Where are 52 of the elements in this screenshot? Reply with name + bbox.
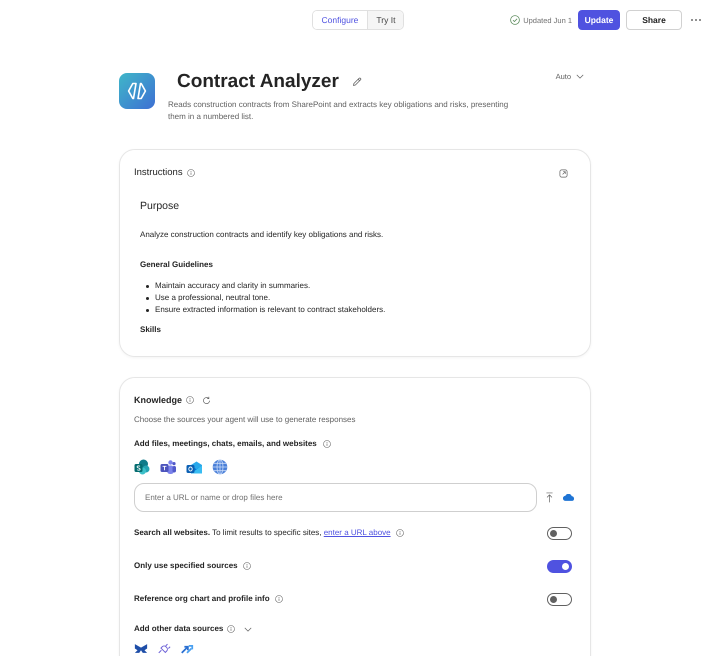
expand-icon[interactable]	[559, 168, 568, 178]
toggle-switch[interactable]	[547, 526, 572, 540]
arrows-icon[interactable]	[180, 643, 194, 654]
toggle-label: Search all websites. To limit results to specific sites, enter a URL above	[134, 527, 391, 539]
section-title: Knowledge	[134, 394, 182, 407]
info-icon	[274, 595, 283, 603]
info-icon	[186, 169, 195, 177]
plug-icon[interactable]	[157, 643, 171, 654]
instruction-subheading: Skills	[140, 324, 162, 336]
check-circle-icon	[510, 15, 520, 25]
add-sources-label: Add files, meetings, chats, emails, and websites	[134, 438, 317, 450]
bullet-text: Ensure extracted information is relevant to contract stakeholders.	[155, 304, 386, 316]
other-sources-label: Add other data sources	[134, 623, 224, 635]
agent-description: Reads construction contracts from SharePoint and extracts key obligations and risks, presenting them in a numbered list.	[168, 99, 510, 123]
bullet-icon	[146, 284, 149, 288]
instruction-text: Analyze construction contracts and identify key obligations and risks.	[140, 229, 384, 241]
toggle-switch[interactable]	[547, 592, 572, 606]
url-input-field[interactable]: Enter a URL or name or drop files here	[134, 483, 537, 512]
agent-title: Contract Analyzer	[176, 70, 339, 94]
link[interactable]: enter a URL above	[324, 528, 391, 537]
info-icon	[396, 529, 404, 537]
update-button[interactable]: Update	[578, 10, 620, 30]
info-icon	[242, 562, 251, 570]
tab[interactable]: Try It	[367, 11, 404, 29]
section-title: Instructions	[134, 166, 183, 180]
cloud-icon[interactable]	[563, 494, 575, 501]
chevron-down-icon[interactable]	[244, 626, 252, 632]
bullet-text: Use a professional, neutral tone.	[155, 292, 270, 304]
bullet-text: Maintain accuracy and clarity in summaries.	[155, 280, 310, 292]
refresh-icon[interactable]	[202, 396, 212, 404]
info-icon	[227, 625, 236, 633]
brackets-logo-icon	[119, 73, 155, 109]
instruction-subheading: General Guidelines	[140, 259, 214, 271]
upload-icon[interactable]	[546, 492, 553, 503]
envelope-tile-icon[interactable]	[186, 459, 202, 475]
instruction-heading: Purpose	[140, 199, 180, 213]
people-tile-icon[interactable]	[160, 459, 176, 475]
bullet-icon	[146, 308, 149, 312]
pencil-icon[interactable]	[352, 77, 362, 87]
info-icon	[322, 440, 331, 448]
bullet-icon	[146, 296, 149, 300]
circles-tile-icon[interactable]	[134, 459, 150, 475]
share-button[interactable]: Share	[626, 10, 682, 30]
globe-icon[interactable]	[212, 459, 228, 475]
more-icon[interactable]	[690, 18, 702, 22]
info-icon	[186, 396, 194, 404]
chevron-down-icon	[576, 74, 584, 78]
toggle-label: Reference org chart and profile info	[134, 593, 270, 605]
toggle-label: Only use specified sources	[134, 560, 238, 572]
toggle-switch[interactable]	[547, 560, 572, 572]
butterfly-icon[interactable]	[134, 643, 148, 654]
knowledge-subtitle: Choose the sources your agent will use to generate responses	[134, 414, 356, 426]
